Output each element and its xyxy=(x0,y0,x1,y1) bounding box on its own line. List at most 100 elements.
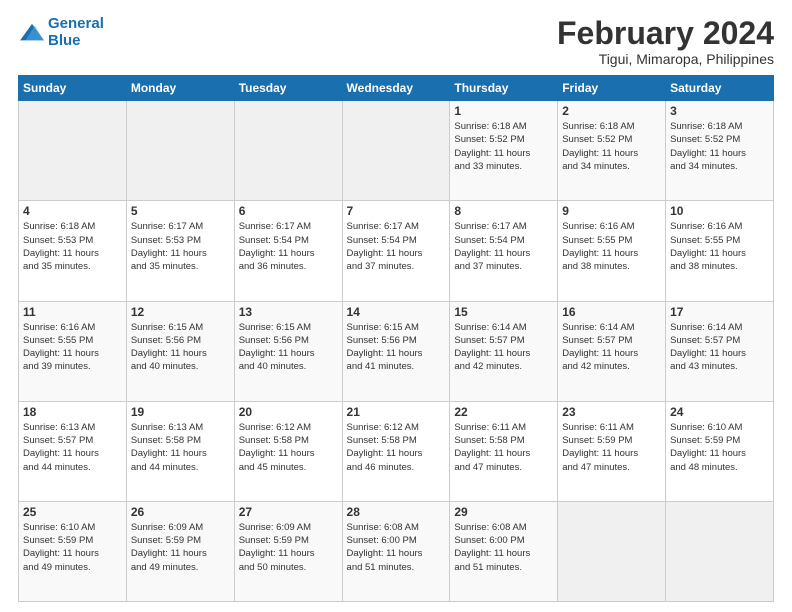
title-block: February 2024 Tigui, Mimaropa, Philippin… xyxy=(557,16,774,67)
calendar-cell: 29 Sunrise: 6:08 AMSunset: 6:00 PMDayligh… xyxy=(450,501,558,601)
calendar-cell xyxy=(126,101,234,201)
day-number: 16 xyxy=(562,305,661,319)
calendar-cell: 11Sunrise: 6:16 AMSunset: 5:55 PMDayligh… xyxy=(19,301,127,401)
calendar-cell: 9 Sunrise: 6:16 AMSunset: 5:55 PMDaylight… xyxy=(558,201,666,301)
day-number: 24 xyxy=(670,405,769,419)
header: GeneralBlue February 2024 Tigui, Mimarop… xyxy=(18,16,774,67)
day-number: 21 xyxy=(347,405,446,419)
calendar-cell xyxy=(234,101,342,201)
calendar-cell: 16 Sunrise: 6:14 AMSunset: 5:57 PMDayligh… xyxy=(558,301,666,401)
logo-text: GeneralBlue xyxy=(48,16,104,49)
day-number: 26 xyxy=(131,505,230,519)
day-info: Sunrise: 6:10 AMSunset: 5:59 PMDaylight:… xyxy=(670,421,769,474)
day-number: 23 xyxy=(562,405,661,419)
day-info: Sunrise: 6:08 AMSunset: 6:00 PMDaylight:… xyxy=(347,521,446,574)
calendar-header-cell: Tuesday xyxy=(234,76,342,101)
calendar-cell: 22 Sunrise: 6:11 AMSunset: 5:58 PMDayligh… xyxy=(450,401,558,501)
calendar-cell: 21 Sunrise: 6:12 AMSunset: 5:58 PMDayligh… xyxy=(342,401,450,501)
day-info: Sunrise: 6:16 AMSunset: 5:55 PMDaylight:… xyxy=(670,220,769,273)
calendar-cell: 15Sunrise: 6:14 AMSunset: 5:57 PMDayligh… xyxy=(450,301,558,401)
calendar-cell: 17 Sunrise: 6:14 AMSunset: 5:57 PMDayligh… xyxy=(666,301,774,401)
day-info: Sunrise: 6:17 AMSunset: 5:54 PMDaylight:… xyxy=(454,220,553,273)
calendar-cell: 20 Sunrise: 6:12 AMSunset: 5:58 PMDayligh… xyxy=(234,401,342,501)
calendar-cell: 19Sunrise: 6:13 AMSunset: 5:58 PMDayligh… xyxy=(126,401,234,501)
day-info: Sunrise: 6:18 AMSunset: 5:52 PMDaylight:… xyxy=(670,120,769,173)
calendar-cell xyxy=(666,501,774,601)
calendar-header-row: SundayMondayTuesdayWednesdayThursdayFrid… xyxy=(19,76,774,101)
calendar-week-row: 18 Sunrise: 6:13 AMSunset: 5:57 PMDayligh… xyxy=(19,401,774,501)
day-number: 9 xyxy=(562,204,661,218)
calendar-header-cell: Saturday xyxy=(666,76,774,101)
day-info: Sunrise: 6:18 AMSunset: 5:52 PMDaylight:… xyxy=(562,120,661,173)
calendar-cell xyxy=(19,101,127,201)
calendar-header-cell: Wednesday xyxy=(342,76,450,101)
day-info: Sunrise: 6:18 AMSunset: 5:53 PMDaylight:… xyxy=(23,220,122,273)
day-number: 2 xyxy=(562,104,661,118)
page: GeneralBlue February 2024 Tigui, Mimarop… xyxy=(0,0,792,612)
subtitle: Tigui, Mimaropa, Philippines xyxy=(557,51,774,67)
day-info: Sunrise: 6:18 AMSunset: 5:52 PMDaylight:… xyxy=(454,120,553,173)
day-number: 14 xyxy=(347,305,446,319)
logo-icon xyxy=(18,22,46,44)
day-number: 22 xyxy=(454,405,553,419)
day-number: 17 xyxy=(670,305,769,319)
day-info: Sunrise: 6:16 AMSunset: 5:55 PMDaylight:… xyxy=(562,220,661,273)
day-info: Sunrise: 6:15 AMSunset: 5:56 PMDaylight:… xyxy=(131,321,230,374)
day-number: 7 xyxy=(347,204,446,218)
day-number: 5 xyxy=(131,204,230,218)
calendar-cell: 7Sunrise: 6:17 AMSunset: 5:54 PMDaylight… xyxy=(342,201,450,301)
calendar-week-row: 11Sunrise: 6:16 AMSunset: 5:55 PMDayligh… xyxy=(19,301,774,401)
day-number: 3 xyxy=(670,104,769,118)
day-info: Sunrise: 6:11 AMSunset: 5:58 PMDaylight:… xyxy=(454,421,553,474)
day-info: Sunrise: 6:12 AMSunset: 5:58 PMDaylight:… xyxy=(239,421,338,474)
calendar-cell: 6Sunrise: 6:17 AMSunset: 5:54 PMDaylight… xyxy=(234,201,342,301)
calendar-cell: 8Sunrise: 6:17 AMSunset: 5:54 PMDaylight… xyxy=(450,201,558,301)
day-number: 10 xyxy=(670,204,769,218)
day-number: 29 xyxy=(454,505,553,519)
calendar-cell: 1 Sunrise: 6:18 AMSunset: 5:52 PMDaylight… xyxy=(450,101,558,201)
calendar-cell: 26 Sunrise: 6:09 AMSunset: 5:59 PMDayligh… xyxy=(126,501,234,601)
calendar-cell: 18 Sunrise: 6:13 AMSunset: 5:57 PMDayligh… xyxy=(19,401,127,501)
calendar-week-row: 1 Sunrise: 6:18 AMSunset: 5:52 PMDaylight… xyxy=(19,101,774,201)
calendar-header-cell: Monday xyxy=(126,76,234,101)
calendar-cell: 12 Sunrise: 6:15 AMSunset: 5:56 PMDayligh… xyxy=(126,301,234,401)
calendar-cell: 13Sunrise: 6:15 AMSunset: 5:56 PMDayligh… xyxy=(234,301,342,401)
day-number: 19 xyxy=(131,405,230,419)
day-number: 12 xyxy=(131,305,230,319)
day-info: Sunrise: 6:09 AMSunset: 5:59 PMDaylight:… xyxy=(239,521,338,574)
calendar-cell: 28 Sunrise: 6:08 AMSunset: 6:00 PMDayligh… xyxy=(342,501,450,601)
calendar-week-row: 25Sunrise: 6:10 AMSunset: 5:59 PMDayligh… xyxy=(19,501,774,601)
day-info: Sunrise: 6:14 AMSunset: 5:57 PMDaylight:… xyxy=(562,321,661,374)
day-number: 27 xyxy=(239,505,338,519)
calendar-cell: 25Sunrise: 6:10 AMSunset: 5:59 PMDayligh… xyxy=(19,501,127,601)
calendar-cell: 2 Sunrise: 6:18 AMSunset: 5:52 PMDaylight… xyxy=(558,101,666,201)
day-number: 25 xyxy=(23,505,122,519)
logo: GeneralBlue xyxy=(18,16,104,49)
calendar-cell xyxy=(558,501,666,601)
day-info: Sunrise: 6:14 AMSunset: 5:57 PMDaylight:… xyxy=(454,321,553,374)
day-info: Sunrise: 6:17 AMSunset: 5:54 PMDaylight:… xyxy=(239,220,338,273)
day-info: Sunrise: 6:12 AMSunset: 5:58 PMDaylight:… xyxy=(347,421,446,474)
calendar-cell: 24 Sunrise: 6:10 AMSunset: 5:59 PMDayligh… xyxy=(666,401,774,501)
day-info: Sunrise: 6:09 AMSunset: 5:59 PMDaylight:… xyxy=(131,521,230,574)
calendar-cell: 23Sunrise: 6:11 AMSunset: 5:59 PMDayligh… xyxy=(558,401,666,501)
day-info: Sunrise: 6:15 AMSunset: 5:56 PMDaylight:… xyxy=(347,321,446,374)
day-info: Sunrise: 6:08 AMSunset: 6:00 PMDaylight:… xyxy=(454,521,553,574)
calendar-cell: 5 Sunrise: 6:17 AMSunset: 5:53 PMDaylight… xyxy=(126,201,234,301)
day-number: 18 xyxy=(23,405,122,419)
day-number: 13 xyxy=(239,305,338,319)
calendar-week-row: 4Sunrise: 6:18 AMSunset: 5:53 PMDaylight… xyxy=(19,201,774,301)
day-number: 28 xyxy=(347,505,446,519)
calendar-cell: 3 Sunrise: 6:18 AMSunset: 5:52 PMDaylight… xyxy=(666,101,774,201)
calendar-cell: 10 Sunrise: 6:16 AMSunset: 5:55 PMDayligh… xyxy=(666,201,774,301)
day-number: 1 xyxy=(454,104,553,118)
day-info: Sunrise: 6:13 AMSunset: 5:57 PMDaylight:… xyxy=(23,421,122,474)
calendar-header-cell: Sunday xyxy=(19,76,127,101)
main-title: February 2024 xyxy=(557,16,774,51)
day-info: Sunrise: 6:14 AMSunset: 5:57 PMDaylight:… xyxy=(670,321,769,374)
calendar-cell: 27 Sunrise: 6:09 AMSunset: 5:59 PMDayligh… xyxy=(234,501,342,601)
calendar-cell xyxy=(342,101,450,201)
day-info: Sunrise: 6:17 AMSunset: 5:53 PMDaylight:… xyxy=(131,220,230,273)
day-number: 11 xyxy=(23,305,122,319)
day-number: 20 xyxy=(239,405,338,419)
